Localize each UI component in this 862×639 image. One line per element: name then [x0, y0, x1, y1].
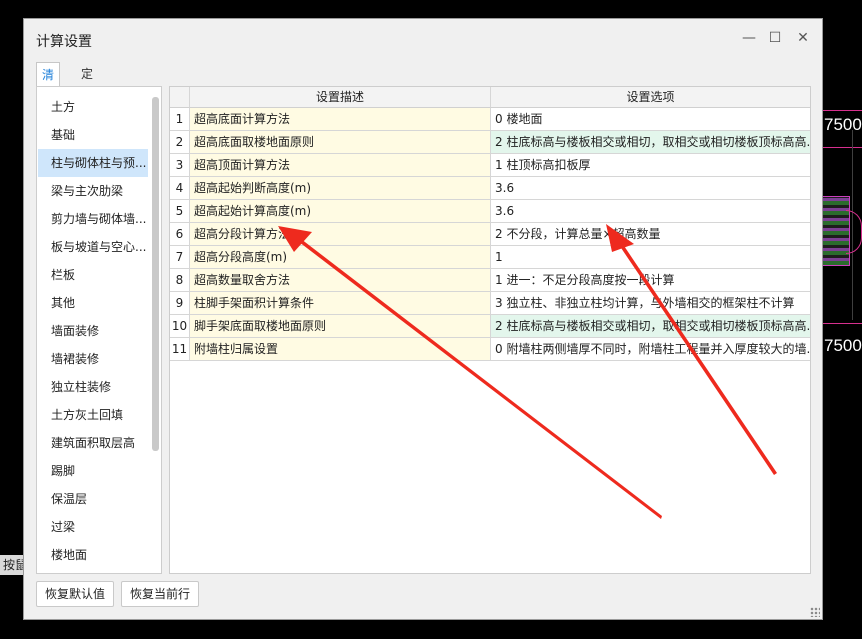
setting-option[interactable]: 0 楼地面: [491, 108, 810, 131]
resize-grip-icon[interactable]: [810, 607, 820, 617]
category-item[interactable]: 过梁: [38, 513, 148, 541]
column-header-option[interactable]: 设置选项: [491, 87, 810, 108]
category-item[interactable]: 建筑面积取层高: [38, 429, 148, 457]
restore-default-button[interactable]: 恢复默认值: [36, 581, 115, 607]
setting-option[interactable]: 1: [491, 246, 810, 269]
setting-option[interactable]: 2 柱底标高与楼板相交或相切，取相交或相切楼板顶标高高...: [491, 131, 810, 154]
category-item[interactable]: 板与坡道与空心...: [38, 233, 148, 261]
category-item[interactable]: 梁与主次肋梁: [38, 177, 148, 205]
setting-description[interactable]: 柱脚手架面积计算条件: [190, 292, 491, 315]
category-item[interactable]: 柱与砌体柱与预...: [38, 149, 148, 177]
setting-description[interactable]: 超高分段高度(m): [190, 246, 491, 269]
category-scrollbar[interactable]: [152, 97, 159, 451]
category-item[interactable]: 栏板: [38, 261, 148, 289]
row-number[interactable]: 2: [170, 131, 190, 154]
category-item[interactable]: 剪力墙与砌体墙...: [38, 205, 148, 233]
setting-option[interactable]: 3.6: [491, 177, 810, 200]
setting-option[interactable]: 2 不分段，计算总量×超高数量: [491, 223, 810, 246]
cad-dimension-text: 7500: [824, 115, 862, 134]
category-item[interactable]: 土方灰土回填: [38, 401, 148, 429]
row-number[interactable]: 6: [170, 223, 190, 246]
cad-dimension-line: [822, 147, 862, 148]
row-number[interactable]: 11: [170, 338, 190, 361]
dialog-title: 计算设置: [36, 34, 92, 50]
cad-dimension-text: 7500: [824, 336, 862, 355]
maximize-icon[interactable]: ☐: [766, 29, 784, 47]
row-number[interactable]: 5: [170, 200, 190, 223]
category-item[interactable]: 墙裙装修: [38, 345, 148, 373]
setting-description[interactable]: 超高起始计算高度(m): [190, 200, 491, 223]
cad-arc-graphic: [846, 210, 862, 254]
category-item[interactable]: 坡道与房心楼...: [38, 569, 148, 573]
setting-option[interactable]: 0 附墙柱两侧墙厚不同时，附墙柱工程量并入厚度较大的墙...: [491, 338, 810, 361]
minimize-icon[interactable]: —: [740, 29, 758, 47]
category-item[interactable]: 楼地面: [38, 541, 148, 569]
column-header-number: [170, 87, 190, 108]
tab-quota[interactable]: 定额: [76, 62, 98, 105]
setting-description[interactable]: 超高数量取舍方法: [190, 269, 491, 292]
setting-description[interactable]: 超高分段计算方法: [190, 223, 491, 246]
category-item[interactable]: 土方: [38, 93, 148, 121]
category-list: 土方 基础 柱与砌体柱与预... 梁与主次肋梁 剪力墙与砌体墙... 板与坡道与空心...…: [36, 86, 162, 574]
row-number[interactable]: 9: [170, 292, 190, 315]
tab-bill[interactable]: 清单: [36, 62, 61, 106]
setting-description[interactable]: 附墙柱归属设置: [190, 338, 491, 361]
setting-description[interactable]: 超高顶面计算方法: [190, 154, 491, 177]
category-item[interactable]: 踢脚: [38, 457, 148, 485]
row-number[interactable]: 3: [170, 154, 190, 177]
calc-settings-dialog: 计算设置 — ☐ ✕ 清单 定额 土方基础柱与砌体柱与预...梁与主次肋梁剪力墙…: [23, 18, 823, 620]
category-item[interactable]: 基础: [38, 121, 148, 149]
restore-current-row-button[interactable]: 恢复当前行: [121, 581, 200, 607]
setting-option[interactable]: 1 柱顶标高扣板厚: [491, 154, 810, 177]
row-number[interactable]: 10: [170, 315, 190, 338]
category-item[interactable]: 墙面装修: [38, 317, 148, 345]
setting-option[interactable]: 2 柱底标高与楼板相交或相切，取相交或相切楼板顶标高高...: [491, 315, 810, 338]
close-icon[interactable]: ✕: [794, 29, 812, 47]
row-number[interactable]: 7: [170, 246, 190, 269]
settings-table: 设置描述 设置选项 1 超高底面计算方法 0 楼地面 2 超高底面取楼地面原则 2 柱底标…: [169, 86, 811, 574]
category-item[interactable]: 保温层: [38, 485, 148, 513]
column-header-desc[interactable]: 设置描述: [190, 87, 491, 108]
setting-option[interactable]: 3 独立柱、非独立柱均计算，与外墙相交的框架柱不计算: [491, 292, 810, 315]
setting-description[interactable]: 超高底面取楼地面原则: [190, 131, 491, 154]
row-number[interactable]: 4: [170, 177, 190, 200]
setting-option[interactable]: 1 进一：不足分段高度按一段计算: [491, 269, 810, 292]
category-item[interactable]: 独立柱装修: [38, 373, 148, 401]
cad-dimension-line: [822, 110, 862, 111]
setting-description[interactable]: 超高起始判断高度(m): [190, 177, 491, 200]
cad-dimension-line: [822, 323, 862, 324]
row-number[interactable]: 8: [170, 269, 190, 292]
setting-description[interactable]: 超高底面计算方法: [190, 108, 491, 131]
setting-option[interactable]: 3.6: [491, 200, 810, 223]
setting-description[interactable]: 脚手架底面取楼地面原则: [190, 315, 491, 338]
row-number[interactable]: 1: [170, 108, 190, 131]
category-item[interactable]: 其他: [38, 289, 148, 317]
